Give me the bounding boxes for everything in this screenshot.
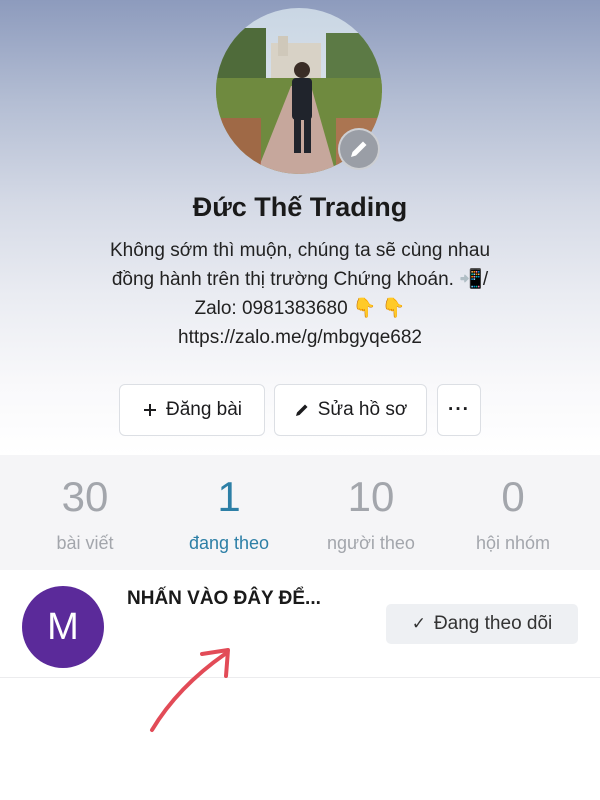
- stat-posts[interactable]: 30 bài viết: [10, 473, 160, 554]
- stat-followers[interactable]: 10 người theo: [296, 473, 446, 554]
- bio-line: Không sớm thì muộn, chúng ta sẽ cùng nha…: [109, 240, 491, 261]
- plus-icon: [142, 402, 158, 418]
- stat-value: 1: [217, 473, 241, 520]
- bio-link[interactable]: https://zalo.me/g/mbgyqe682: [40, 323, 560, 352]
- profile-actions: Đăng bài Sửa hồ sơ ···: [0, 384, 600, 436]
- create-post-button[interactable]: Đăng bài: [119, 384, 265, 436]
- bio-line: đồng hành trên thị trường Chứng khoán. 📲…: [111, 269, 489, 290]
- stat-value: 0: [501, 473, 525, 520]
- profile-avatar-container[interactable]: [216, 8, 382, 174]
- more-dots-icon: ···: [448, 399, 470, 420]
- edit-profile-label: Sửa hồ sơ: [317, 399, 408, 420]
- stat-value: 30: [61, 473, 109, 520]
- pencil-icon: [351, 141, 367, 157]
- more-options-button[interactable]: ···: [437, 384, 481, 436]
- following-status-label: Đang theo dõi: [433, 613, 553, 634]
- annotation-arrow-icon: [150, 648, 230, 732]
- stat-groups[interactable]: 0 hội nhóm: [438, 473, 588, 554]
- stat-label: người theo: [327, 533, 415, 553]
- profile-bio: Không sớm thì muộn, chúng ta sẽ cùng nha…: [40, 236, 560, 352]
- stat-value: 10: [347, 473, 395, 520]
- stat-following[interactable]: 1 đang theo: [154, 473, 304, 554]
- checkmark-icon: ✓: [411, 614, 426, 633]
- avatar[interactable]: M: [22, 586, 104, 668]
- following-status-button[interactable]: ✓ Đang theo dõi: [386, 604, 578, 644]
- create-post-label: Đăng bài: [165, 399, 243, 420]
- bio-line: Zalo: 0981383680 👇 👇: [194, 298, 406, 319]
- profile-name: Đức Thế Trading: [192, 192, 408, 222]
- stat-label: hội nhóm: [475, 533, 551, 553]
- following-list-item[interactable]: M NHẤN VÀO ĐÂY ĐỂ... ✓ Đang theo dõi: [0, 570, 600, 678]
- pencil-icon: [294, 402, 310, 418]
- following-item-name[interactable]: NHẤN VÀO ĐÂY ĐỂ...: [127, 588, 321, 610]
- stat-label: đang theo: [188, 533, 270, 553]
- stat-label: bài viết: [56, 533, 114, 553]
- edit-avatar-button[interactable]: [338, 128, 380, 170]
- edit-profile-button[interactable]: Sửa hồ sơ: [274, 384, 427, 436]
